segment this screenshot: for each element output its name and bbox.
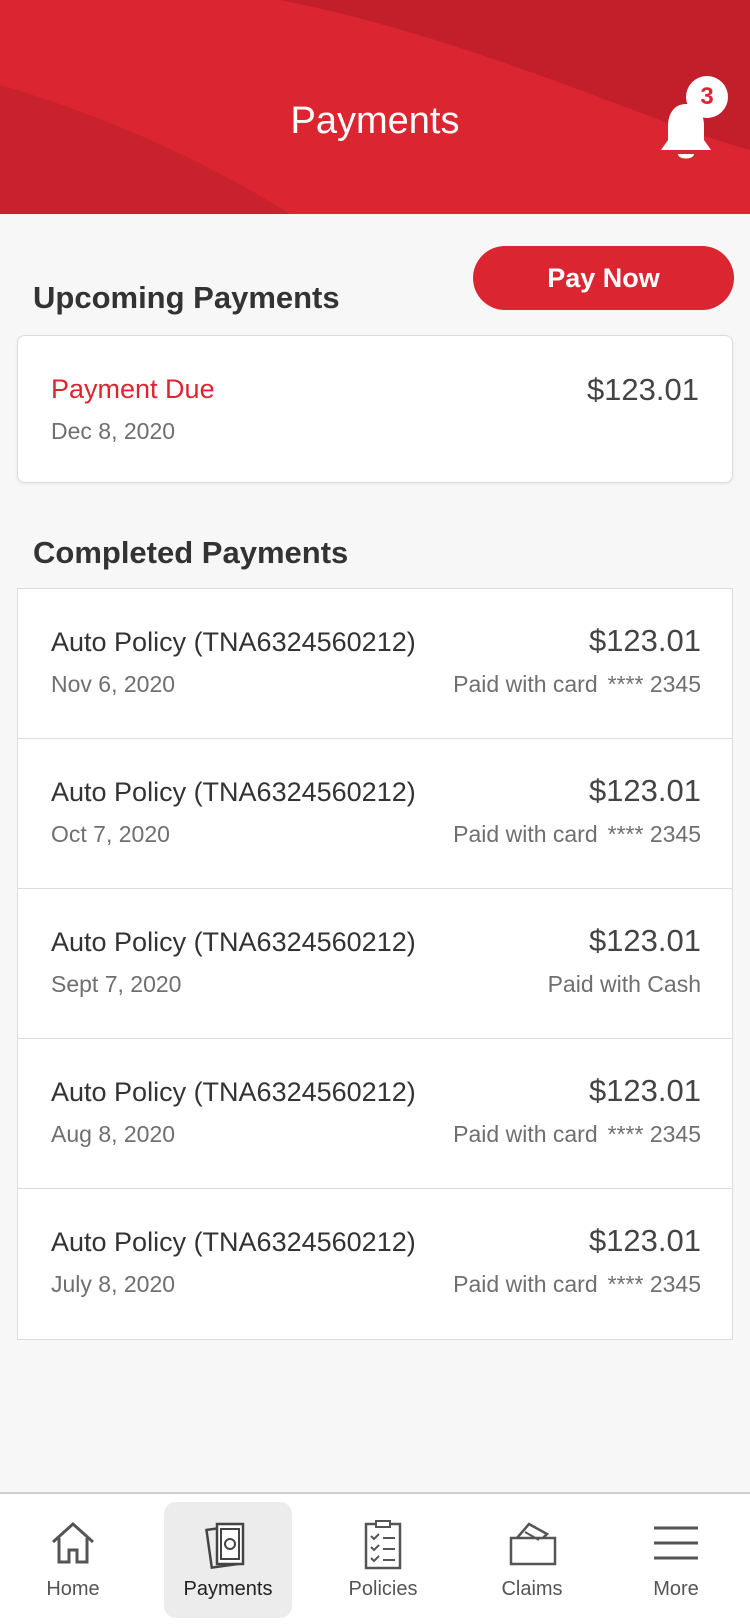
payment-policy-title: Auto Policy (TNA6324560212) bbox=[51, 777, 416, 807]
payment-method-label: Paid with card bbox=[453, 1271, 598, 1297]
payment-method: Paid with card **** 2345 bbox=[453, 821, 701, 848]
nav-item-payments[interactable]: Payments bbox=[164, 1502, 292, 1618]
payment-row[interactable]: Auto Policy (TNA6324560212) Sept 7, 2020… bbox=[18, 889, 732, 1039]
nav-label-policies: Policies bbox=[348, 1578, 418, 1600]
payment-date: July 8, 2020 bbox=[51, 1271, 176, 1297]
payment-row[interactable]: Auto Policy (TNA6324560212) Nov 6, 2020 … bbox=[18, 589, 732, 739]
payment-date: Aug 8, 2020 bbox=[51, 1121, 176, 1147]
payment-method-label: Paid with card bbox=[453, 821, 598, 847]
nav-label-more: More bbox=[653, 1578, 699, 1600]
menu-icon bbox=[654, 1526, 698, 1560]
payment-amount: $123.01 bbox=[588, 773, 701, 808]
payment-row[interactable]: Auto Policy (TNA6324560212) Aug 8, 2020 … bbox=[18, 1039, 732, 1189]
payment-method-label: Paid with Cash bbox=[547, 971, 701, 997]
claims-icon bbox=[509, 1522, 557, 1566]
payment-policy-title: Auto Policy (TNA6324560212) bbox=[51, 1227, 416, 1257]
payment-row[interactable]: Auto Policy (TNA6324560212) Oct 7, 2020 … bbox=[18, 739, 732, 889]
payment-method-label: Paid with card bbox=[453, 1121, 598, 1147]
payment-method-label: Paid with card bbox=[453, 671, 598, 697]
payment-amount: $123.01 bbox=[588, 1073, 701, 1108]
card-number: **** 2345 bbox=[607, 1121, 701, 1147]
upcoming-payments-heading: Upcoming Payments bbox=[33, 280, 340, 315]
payment-method: Paid with card **** 2345 bbox=[453, 1121, 701, 1148]
payment-amount: $123.01 bbox=[588, 923, 701, 958]
nav-item-home[interactable]: Home bbox=[9, 1502, 137, 1618]
payment-date: Nov 6, 2020 bbox=[51, 671, 176, 697]
nav-label-claims: Claims bbox=[501, 1578, 563, 1600]
nav-item-more[interactable]: More bbox=[612, 1502, 740, 1618]
payment-policy-title: Auto Policy (TNA6324560212) bbox=[51, 927, 416, 957]
nav-item-claims[interactable]: Claims bbox=[468, 1502, 596, 1618]
bottom-nav: Home Payments Policies Claims More bbox=[0, 1492, 750, 1624]
pay-now-button[interactable]: Pay Now bbox=[473, 246, 734, 310]
payment-date: Sept 7, 2020 bbox=[51, 971, 182, 997]
payment-policy-title: Auto Policy (TNA6324560212) bbox=[51, 1077, 416, 1107]
policies-icon bbox=[364, 1520, 402, 1570]
card-number: **** 2345 bbox=[607, 671, 701, 697]
nav-label-home: Home bbox=[46, 1578, 100, 1600]
home-icon bbox=[51, 1521, 95, 1564]
payment-due-label: Payment Due bbox=[51, 374, 215, 404]
page-title: Payments bbox=[290, 100, 460, 142]
notification-count-badge: 3 bbox=[686, 76, 728, 118]
payment-amount: $123.01 bbox=[588, 623, 701, 658]
completed-payments-heading: Completed Payments bbox=[33, 535, 349, 570]
payment-amount: $123.01 bbox=[588, 1223, 701, 1258]
payment-due-date: Dec 8, 2020 bbox=[51, 418, 176, 444]
card-number: **** 2345 bbox=[607, 1271, 701, 1297]
payments-icon bbox=[205, 1522, 245, 1570]
completed-payments-list: Auto Policy (TNA6324560212) Nov 6, 2020 … bbox=[17, 588, 733, 1340]
nav-item-policies[interactable]: Policies bbox=[319, 1502, 447, 1618]
payment-date: Oct 7, 2020 bbox=[51, 821, 170, 847]
card-number: **** 2345 bbox=[607, 821, 701, 847]
payment-row[interactable]: Auto Policy (TNA6324560212) July 8, 2020… bbox=[18, 1189, 732, 1339]
payment-policy-title: Auto Policy (TNA6324560212) bbox=[51, 627, 416, 657]
nav-label-payments: Payments bbox=[183, 1578, 273, 1600]
payment-method: Paid with Cash bbox=[548, 971, 701, 998]
app-header: Payments 3 bbox=[0, 0, 750, 214]
payment-method: Paid with card **** 2345 bbox=[453, 671, 701, 698]
upcoming-payment-card[interactable]: Payment Due Dec 8, 2020 $123.01 bbox=[17, 335, 733, 483]
payment-method: Paid with card **** 2345 bbox=[453, 1271, 701, 1298]
payment-due-amount: $123.01 bbox=[586, 372, 699, 407]
